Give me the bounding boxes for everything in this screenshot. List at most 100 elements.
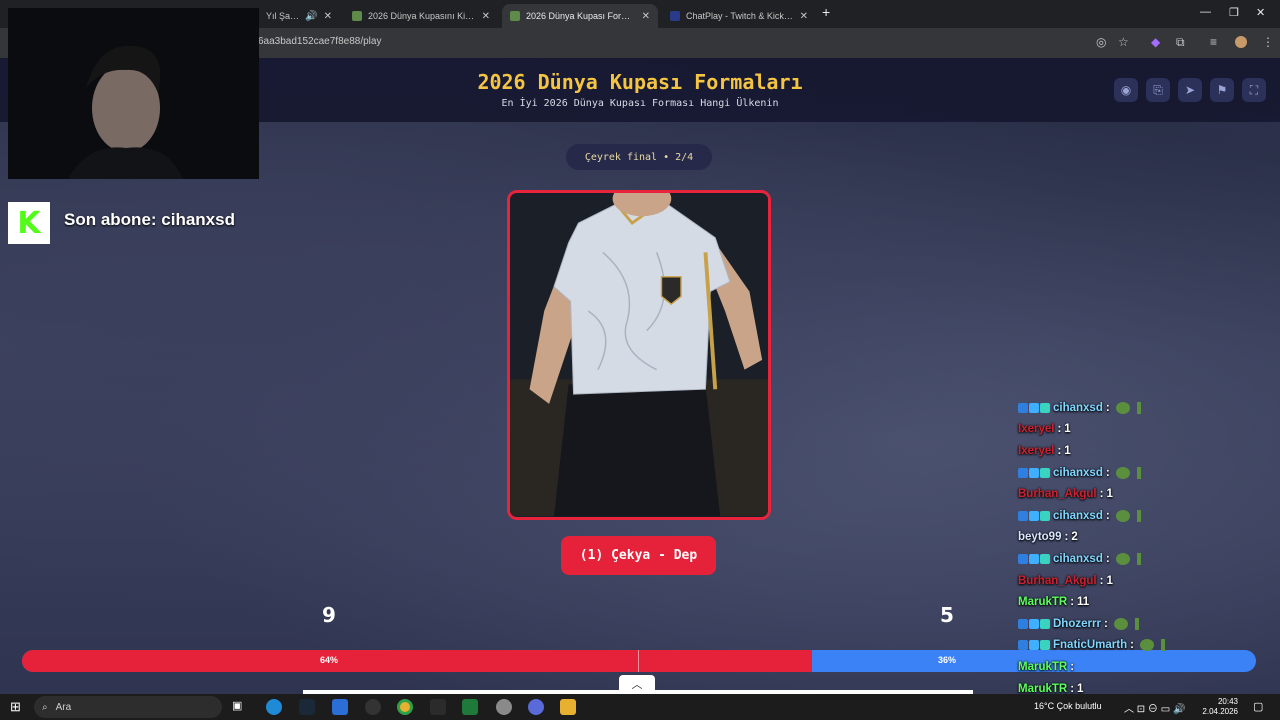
chat-username[interactable]: cihanxsd <box>1053 510 1103 522</box>
star-icon[interactable]: ☆ <box>1118 35 1129 49</box>
badge-icon <box>1040 402 1050 413</box>
new-tab-button[interactable]: + <box>822 4 830 20</box>
badge-icon <box>1040 618 1050 629</box>
fullscreen-icon[interactable]: ⛶ <box>1242 78 1266 102</box>
chat-separator: : <box>1105 401 1110 414</box>
jersey-photo <box>510 193 768 517</box>
eye-slash-icon[interactable]: ◎ <box>1096 35 1106 49</box>
left-vote-count: 9 <box>322 603 336 627</box>
emote-icon <box>1136 509 1141 522</box>
app-icon[interactable] <box>496 699 512 715</box>
close-icon[interactable]: ✕ <box>482 11 490 22</box>
vote-bar-left-fill <box>22 650 812 672</box>
left-percent-label: 64% <box>320 655 339 665</box>
webcam-overlay <box>8 8 259 179</box>
menu-icon[interactable]: ⋮ <box>1262 35 1274 49</box>
badge-icon <box>1018 510 1028 521</box>
favicon-icon <box>670 11 680 21</box>
tab-chatplay[interactable]: ChatPlay - Twitch & Kick İzleyic ✕ <box>662 4 816 28</box>
round-indicator: Çeyrek final • 2/4 <box>566 144 712 170</box>
chat-separator: : <box>1099 574 1104 587</box>
discord-icon[interactable] <box>528 699 544 715</box>
chat-text: 1 <box>1106 488 1113 501</box>
app-icon[interactable] <box>462 699 478 715</box>
badge-icon <box>1029 640 1039 651</box>
chat-username[interactable]: Dhozerrr <box>1053 618 1101 630</box>
notification-icon[interactable]: ▢ <box>1253 700 1263 713</box>
clock-date: 2.04.2026 <box>1202 707 1238 716</box>
chat-username[interactable]: FnaticUmarth <box>1053 639 1127 651</box>
store-icon[interactable] <box>332 699 348 715</box>
chat-separator: : <box>1070 682 1075 695</box>
clock[interactable]: 20:43 2.04.2026 <box>1202 697 1238 717</box>
eye-icon[interactable]: ◉ <box>1114 78 1138 102</box>
emote-icon <box>1115 466 1130 479</box>
taskbar: ⊞ ⌕ Ara ▣ 16°C Çok bulutlu ︿ ⊡ ⊖ ▭ 🔊 20:… <box>0 694 1280 720</box>
taskbar-search[interactable]: ⌕ Ara <box>34 696 222 718</box>
emote-icon <box>1115 509 1130 522</box>
chat-username[interactable]: cihanxsd <box>1053 402 1103 414</box>
extension-icon[interactable]: ◆ <box>1151 35 1160 49</box>
tab-title: 2026 Dünya Kupası Formaları - <box>526 11 636 21</box>
chat-text: 11 <box>1077 596 1090 609</box>
windows-start-icon[interactable]: ⊞ <box>10 699 21 715</box>
chat-username[interactable]: MarukTR <box>1018 596 1067 608</box>
puzzle-icon[interactable]: ⧉ <box>1176 35 1185 49</box>
search-icon: ⌕ <box>42 701 48 713</box>
chat-text: 1 <box>1106 574 1113 587</box>
chat-username[interactable]: Ixeryel <box>1018 445 1054 457</box>
chat-username[interactable]: MarukTR <box>1018 661 1067 673</box>
badge-icon <box>1040 553 1050 564</box>
tab-world-cup-jerseys[interactable]: 2026 Dünya Kupası Formaları - ✕ <box>502 4 658 28</box>
epic-games-icon[interactable] <box>430 699 446 715</box>
chrome-icon[interactable] <box>397 699 413 715</box>
emote-icon <box>1113 617 1128 630</box>
file-explorer-icon[interactable] <box>560 699 576 715</box>
app-icon[interactable] <box>365 699 381 715</box>
right-percent-label: 36% <box>938 655 957 665</box>
chat-separator: : <box>1057 444 1062 457</box>
task-view-icon[interactable]: ▣ <box>232 699 248 715</box>
badge-icon <box>1029 553 1039 564</box>
badge-icon <box>1040 467 1050 478</box>
chat-separator: : <box>1064 531 1069 544</box>
chat-username[interactable]: cihanxsd <box>1053 467 1103 479</box>
chat-message: Dhozerrr: <box>1018 613 1278 635</box>
emote-icon <box>1115 401 1130 414</box>
weather-widget[interactable]: 16°C Çok bulutlu <box>1034 701 1102 711</box>
chevron-up-icon[interactable]: ︿ <box>619 675 655 693</box>
chat-username[interactable]: Burhan_Akgul <box>1018 575 1097 587</box>
send-icon[interactable]: ➤ <box>1178 78 1202 102</box>
favicon-icon <box>352 11 362 21</box>
chat-username[interactable]: cihanxsd <box>1053 553 1103 565</box>
close-icon[interactable]: ✕ <box>642 11 650 22</box>
tab-world-cup-winner[interactable]: 2026 Dünya Kupasını Kim Kaza ✕ <box>344 4 498 28</box>
flag-icon[interactable]: ⚑ <box>1210 78 1234 102</box>
tray-icons[interactable]: ︿ ⊡ ⊖ ▭ 🔊 <box>1124 700 1185 715</box>
badge-icon <box>1029 467 1039 478</box>
share-icon[interactable]: ⎘ <box>1146 78 1170 102</box>
edge-icon[interactable] <box>266 699 282 715</box>
emote-icon <box>1136 552 1141 565</box>
choice-button[interactable]: (1) Çekya - Dep <box>561 536 716 575</box>
chat-overlay: cihanxsd: Ixeryel:1 Ixeryel:1 cihanxsd: Burh… <box>1018 397 1278 699</box>
restore-icon[interactable]: ❐ <box>1229 6 1239 19</box>
chat-username[interactable]: Burhan_Akgul <box>1018 488 1097 500</box>
chat-username[interactable]: Ixeryel <box>1018 423 1054 435</box>
reading-list-icon[interactable]: ≡ <box>1210 35 1217 49</box>
close-window-icon[interactable]: ✕ <box>1256 6 1265 19</box>
url-field[interactable]: 6aa3bad152cae7f8e88/play <box>258 36 381 47</box>
steam-icon[interactable] <box>299 699 315 715</box>
jersey-card[interactable] <box>507 190 771 520</box>
close-icon[interactable]: ✕ <box>324 11 332 22</box>
profile-avatar[interactable] <box>1235 36 1247 48</box>
close-icon[interactable]: ✕ <box>800 11 808 22</box>
chat-badges <box>1018 510 1050 521</box>
tab-title: ChatPlay - Twitch & Kick İzleyic <box>686 11 794 21</box>
minimize-icon[interactable]: — <box>1200 6 1211 18</box>
chat-username[interactable]: MarukTR <box>1018 683 1067 695</box>
tab-song[interactable]: Yıl Şarkısı ( 🔊 ✕ <box>258 4 340 28</box>
chat-text: 1 <box>1077 682 1084 695</box>
chat-username[interactable]: beyto99 <box>1018 531 1061 543</box>
chat-separator: : <box>1099 488 1104 501</box>
